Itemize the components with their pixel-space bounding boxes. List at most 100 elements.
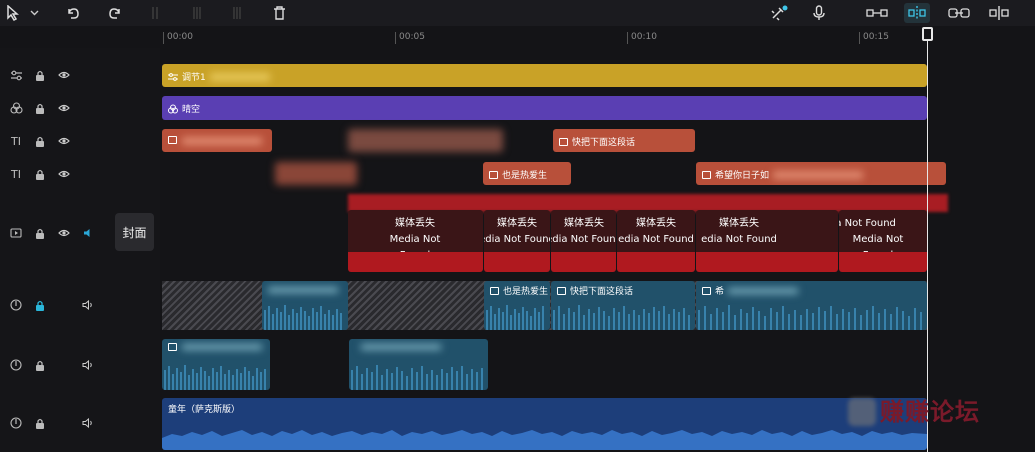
audio-waveform: [486, 305, 544, 330]
adjust-sliders-icon: [8, 67, 24, 83]
snap-icon[interactable]: [904, 3, 930, 23]
text-track-icon: TI: [11, 134, 21, 148]
delete-icon[interactable]: [270, 3, 288, 23]
effect-clip[interactable]: 晴空: [162, 96, 927, 120]
cover-button[interactable]: 封面: [115, 213, 154, 251]
media-not-found-label: Media Not Found: [852, 234, 904, 261]
text-clip-blurred[interactable]: [275, 162, 357, 185]
lock-icon[interactable]: [32, 415, 48, 431]
eye-icon[interactable]: [56, 225, 72, 241]
lock-icon[interactable]: [32, 67, 48, 83]
audio-clip[interactable]: [162, 339, 270, 390]
audio-track-icon: [8, 415, 24, 431]
text-clip-label: 也是热爱生: [502, 171, 548, 181]
lock-icon[interactable]: [32, 100, 48, 116]
link-clips-icon[interactable]: [864, 3, 890, 23]
speaker-icon[interactable]: [80, 415, 96, 431]
video-clip[interactable]: 媒体丢失 edia Not Found: [484, 210, 550, 272]
audio-clip-icon: [168, 343, 177, 351]
microphone-icon[interactable]: [810, 3, 828, 23]
text-clip-label: 希望你日子如: [715, 171, 770, 181]
effect-icon: [8, 100, 24, 116]
music-clip-label: 童年（萨克斯版）: [168, 405, 241, 415]
split-left-icon[interactable]: [190, 3, 204, 23]
undo-icon[interactable]: [64, 3, 82, 23]
audio-clip-label: 快把下面这段话: [570, 287, 634, 297]
audio-waveform: [162, 430, 927, 450]
speaker-icon[interactable]: [80, 297, 96, 313]
ruler-tick: 00:00: [163, 32, 193, 44]
text-clip[interactable]: 也是热爱生: [483, 162, 571, 185]
video-clip[interactable]: 媒体丢失 edia Not Found: [551, 210, 616, 272]
watermark-logo: [848, 398, 876, 426]
eye-icon[interactable]: [56, 67, 72, 83]
adjust-clip[interactable]: 调节1: [162, 64, 927, 87]
video-clip[interactable]: 媒体丢失 edia Not Found: [696, 210, 838, 272]
split-icon[interactable]: [148, 3, 162, 23]
ruler-tick: 00:10: [627, 32, 657, 44]
media-lost-label: 媒体丢失: [395, 218, 435, 229]
audio-waveform: [164, 365, 266, 390]
audio-waveform: [351, 365, 483, 390]
watermark: 赚赚论坛: [880, 398, 980, 426]
media-not-found-label: edia Not Found: [484, 234, 550, 245]
speaker-icon[interactable]: [80, 357, 96, 373]
eye-icon[interactable]: [56, 100, 72, 116]
linkage-icon[interactable]: [946, 3, 972, 23]
video-clip[interactable]: edia Not Found Media Not Found: [839, 210, 927, 272]
effect-clip-label: 晴空: [182, 105, 201, 115]
audio-clip[interactable]: 也是热爱生: [484, 281, 550, 330]
music-clip[interactable]: 童年（萨克斯版）: [162, 398, 927, 450]
eye-icon[interactable]: [56, 133, 72, 149]
audio-clip[interactable]: 希: [696, 281, 927, 330]
text-clip-icon: [702, 170, 711, 179]
media-lost-label: 媒体丢失: [636, 218, 676, 229]
blurred-text: [728, 287, 799, 294]
lock-icon[interactable]: [32, 133, 48, 149]
playhead[interactable]: [927, 28, 928, 452]
time-ruler[interactable]: 00:00 00:05 00:10 00:15: [160, 26, 1035, 48]
audio-waveform: [553, 305, 690, 330]
text-clip-icon: [559, 137, 568, 146]
blurred-text: [182, 344, 262, 350]
audio-clip-icon: [557, 286, 566, 295]
audio-clip[interactable]: 快把下面这段话: [551, 281, 695, 330]
media-lost-label: 媒体丢失: [564, 218, 604, 229]
text-clip-blurred[interactable]: [348, 129, 503, 152]
video-clip[interactable]: 媒体丢失 edia Not Found: [617, 210, 695, 272]
adjust-clip-label: 调节1: [182, 73, 206, 83]
audio-waveform: [264, 305, 342, 330]
audio-clip-icon: [490, 286, 499, 295]
audio-track-icon: [8, 297, 24, 313]
blurred-text: [209, 72, 270, 81]
blurred-text: [361, 344, 441, 350]
blurred-text: [268, 287, 338, 293]
eye-icon[interactable]: [56, 166, 72, 182]
lock-icon[interactable]: [32, 225, 48, 241]
ai-magic-icon[interactable]: [768, 3, 790, 23]
media-not-found-label: edia Not Found: [618, 234, 694, 245]
text-clip[interactable]: [162, 129, 272, 152]
media-lost-label: 媒体丢失: [497, 218, 537, 229]
lock-icon[interactable]: [32, 166, 48, 182]
audio-clip[interactable]: [349, 339, 488, 390]
mute-speaker-icon[interactable]: [80, 225, 96, 241]
preview-axis-icon[interactable]: [986, 3, 1012, 23]
audio-clip-label: 希: [715, 287, 725, 297]
split-right-icon[interactable]: [230, 3, 244, 23]
lock-icon[interactable]: [32, 297, 48, 313]
timeline-toolbar: [0, 0, 1035, 26]
video-clip[interactable]: 媒体丢失 Media Not Found: [348, 210, 483, 272]
pointer-icon[interactable]: [4, 3, 22, 23]
text-clip[interactable]: 希望你日子如: [696, 162, 946, 185]
audio-clip[interactable]: [262, 281, 348, 330]
video-track-icon: [8, 225, 24, 241]
text-clip[interactable]: 快把下面这段话: [553, 129, 695, 152]
redo-icon[interactable]: [106, 3, 124, 23]
media-not-found-label: edia Not Found: [551, 234, 616, 245]
audio-track-icon: [8, 357, 24, 373]
lock-icon[interactable]: [32, 357, 48, 373]
text-track-icon: TI: [11, 167, 21, 181]
chevron-down-icon[interactable]: [28, 3, 40, 23]
playhead-handle[interactable]: [922, 27, 933, 41]
